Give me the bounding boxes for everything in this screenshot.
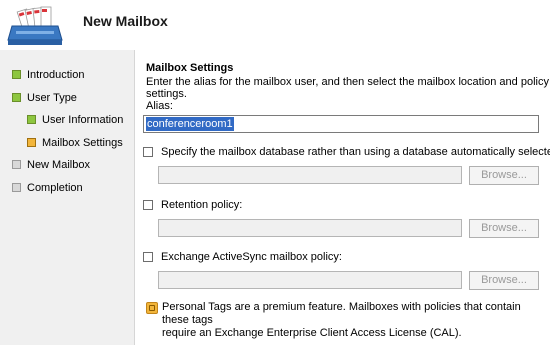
sidebar-item-label: Introduction bbox=[27, 69, 85, 81]
wizard-header: New Mailbox bbox=[0, 0, 550, 50]
alias-value: conferenceroom1 bbox=[146, 117, 234, 131]
alias-label: Alias: bbox=[146, 100, 173, 112]
database-field bbox=[158, 166, 462, 184]
database-browse-button[interactable]: Browse... bbox=[469, 166, 539, 185]
mailbox-wizard-icon bbox=[7, 6, 63, 45]
step-complete-icon bbox=[12, 70, 21, 79]
premium-note: Personal Tags are a premium feature. Mai… bbox=[162, 301, 542, 340]
info-icon bbox=[146, 302, 158, 314]
step-complete-icon bbox=[27, 115, 36, 124]
sidebar-item-label: New Mailbox bbox=[27, 159, 90, 171]
activesync-browse-button[interactable]: Browse... bbox=[469, 271, 539, 290]
retention-browse-button[interactable]: Browse... bbox=[469, 219, 539, 238]
sidebar-item-label: User Type bbox=[27, 92, 77, 104]
premium-note-line: require an Exchange Enterprise Client Ac… bbox=[162, 327, 462, 339]
retention-field bbox=[158, 219, 462, 237]
retention-checkbox[interactable] bbox=[143, 200, 153, 210]
sidebar-divider bbox=[134, 50, 135, 345]
section-description: Enter the alias for the mailbox user, an… bbox=[146, 76, 549, 100]
retention-checkbox-label[interactable]: Retention policy: bbox=[161, 199, 242, 211]
sidebar-item-label: User Information bbox=[42, 114, 124, 126]
step-pending-icon bbox=[12, 160, 21, 169]
alias-input[interactable]: conferenceroom1 bbox=[143, 115, 539, 133]
page-title: New Mailbox bbox=[83, 13, 168, 29]
step-pending-icon bbox=[12, 183, 21, 192]
activesync-checkbox-label[interactable]: Exchange ActiveSync mailbox policy: bbox=[161, 251, 342, 263]
sidebar-item-label: Mailbox Settings bbox=[42, 137, 123, 149]
section-title: Mailbox Settings bbox=[146, 62, 234, 74]
step-current-icon bbox=[27, 138, 36, 147]
database-checkbox-label[interactable]: Specify the mailbox database rather than… bbox=[161, 146, 550, 158]
premium-note-line: Personal Tags are a premium feature. Mai… bbox=[162, 301, 521, 326]
database-checkbox[interactable] bbox=[143, 147, 153, 157]
step-complete-icon bbox=[12, 93, 21, 102]
activesync-field bbox=[158, 271, 462, 289]
sidebar-item-label: Completion bbox=[27, 182, 83, 194]
activesync-checkbox[interactable] bbox=[143, 252, 153, 262]
